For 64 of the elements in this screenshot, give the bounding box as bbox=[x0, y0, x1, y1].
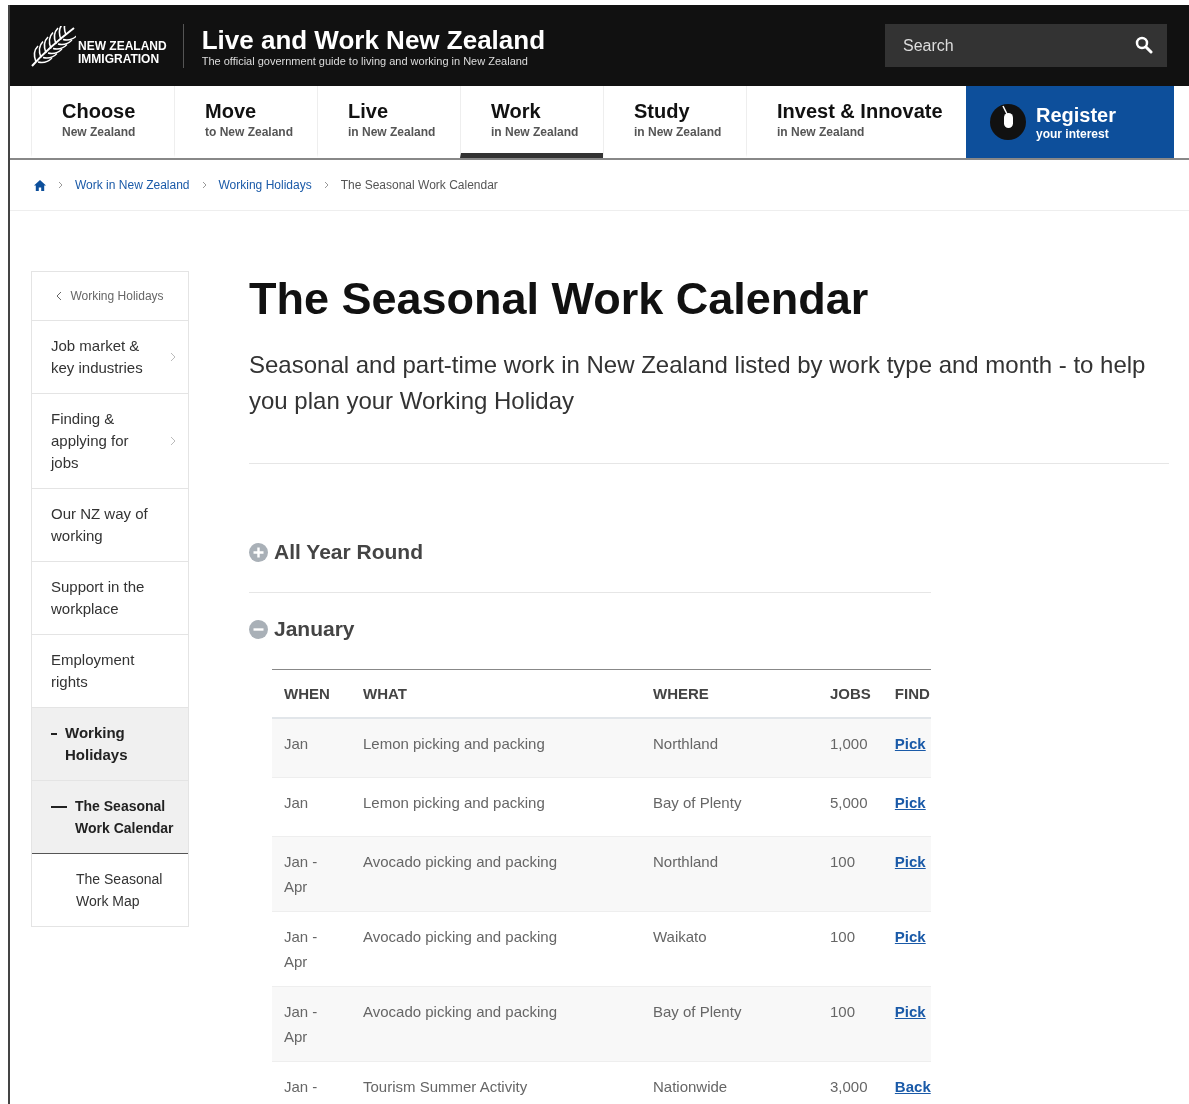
search-field[interactable]: Search bbox=[885, 24, 1167, 67]
nav-tab[interactable]: Work in New Zealand bbox=[460, 86, 603, 158]
table-cell: Jan - Apr bbox=[272, 911, 351, 987]
table-link[interactable]: Back bbox=[894, 1078, 931, 1095]
site-title: Live and Work New Zealand bbox=[201, 24, 547, 55]
sidebar-item[interactable]: The Seasonal Work Map bbox=[32, 854, 188, 927]
table-cell: Avocado picking and packing bbox=[351, 836, 641, 912]
sidebar-item[interactable]: Finding & applying for jobs bbox=[32, 394, 188, 489]
search-icon[interactable] bbox=[1135, 36, 1153, 54]
fern-logo-icon bbox=[30, 25, 76, 68]
table-cell: Northland bbox=[641, 718, 818, 778]
dash-icon bbox=[51, 733, 57, 735]
table-cell: Bay of Plenty bbox=[641, 777, 818, 837]
chevron-right-icon bbox=[58, 181, 63, 189]
table-cell: 5,000 bbox=[818, 777, 883, 837]
table-cell: 100 bbox=[818, 986, 883, 1062]
table-cell: Jan - bbox=[272, 1061, 351, 1104]
sidebar-item[interactable]: Job market & key industries bbox=[32, 321, 188, 394]
table-cell: 1,000 bbox=[818, 718, 883, 778]
site-subtitle: The official government guide to living and working in New Zealand bbox=[201, 54, 529, 67]
breadcrumb-link[interactable]: Work in New Zealand bbox=[75, 178, 190, 192]
chevron-right-icon bbox=[201, 181, 207, 189]
table-link[interactable]: Pick bbox=[894, 794, 926, 811]
table-link[interactable]: Pick bbox=[894, 928, 926, 945]
accordion-header[interactable]: January bbox=[249, 593, 931, 641]
table-cell: Jan - Apr bbox=[272, 986, 351, 1062]
table-cell: Waikato bbox=[641, 911, 818, 987]
logo-text: IMMIGRATION bbox=[78, 52, 161, 66]
page-title: The Seasonal Work Calendar bbox=[249, 272, 870, 325]
table-cell: Avocado picking and packing bbox=[351, 911, 641, 987]
table-cell: Jan bbox=[272, 718, 351, 778]
tag-icon bbox=[990, 104, 1026, 140]
table-cell: Avocado picking and packing bbox=[351, 986, 641, 1062]
sidebar-item[interactable]: The Seasonal Work Calendar bbox=[32, 781, 188, 854]
table-cell: Jan - Apr bbox=[272, 836, 351, 912]
minus-circle-icon bbox=[249, 619, 268, 639]
breadcrumb-link[interactable]: Working Holidays bbox=[218, 178, 312, 192]
table-cell: 100 bbox=[818, 911, 883, 987]
breadcrumb-current: The Seasonal Work Calendar bbox=[340, 178, 498, 192]
table-cell: Tourism Summer Activity bbox=[351, 1061, 641, 1104]
table-cell: Bay of Plenty bbox=[641, 986, 818, 1062]
register-button[interactable]: Register your interest bbox=[966, 86, 1174, 158]
table-cell: Northland bbox=[641, 836, 818, 912]
table-link[interactable]: Pick bbox=[894, 853, 926, 870]
table-cell: Lemon picking and packing bbox=[351, 777, 641, 837]
plus-circle-icon bbox=[249, 542, 268, 562]
table-link[interactable]: Pick bbox=[894, 735, 926, 752]
table-cell: Nationwide bbox=[641, 1061, 818, 1104]
table-cell: Lemon picking and packing bbox=[351, 718, 641, 778]
chevron-left-icon bbox=[56, 291, 63, 301]
table-cell: 3,000 bbox=[818, 1061, 883, 1104]
sidebar-item[interactable]: Support in the workplace bbox=[32, 562, 188, 635]
logo-text: NEW ZEALAND bbox=[78, 39, 167, 53]
accordion-header[interactable]: All Year Round bbox=[249, 464, 931, 564]
parent-page-link[interactable]: Working Holidays bbox=[32, 272, 188, 321]
sidebar-item[interactable]: Our NZ way of working bbox=[32, 489, 188, 562]
intro-text: Seasonal and part-time work in New Zealand listed by work type and month - to help you plan your Working Holiday bbox=[249, 347, 1169, 464]
sidebar-item[interactable]: Working Holidays bbox=[32, 708, 188, 781]
table-cell: Jan bbox=[272, 777, 351, 837]
table-cell: 100 bbox=[818, 836, 883, 912]
chevron-right-icon bbox=[323, 181, 329, 189]
table-link[interactable]: Pick bbox=[894, 1003, 926, 1020]
dash-icon bbox=[51, 806, 67, 808]
home-icon[interactable] bbox=[34, 179, 46, 191]
